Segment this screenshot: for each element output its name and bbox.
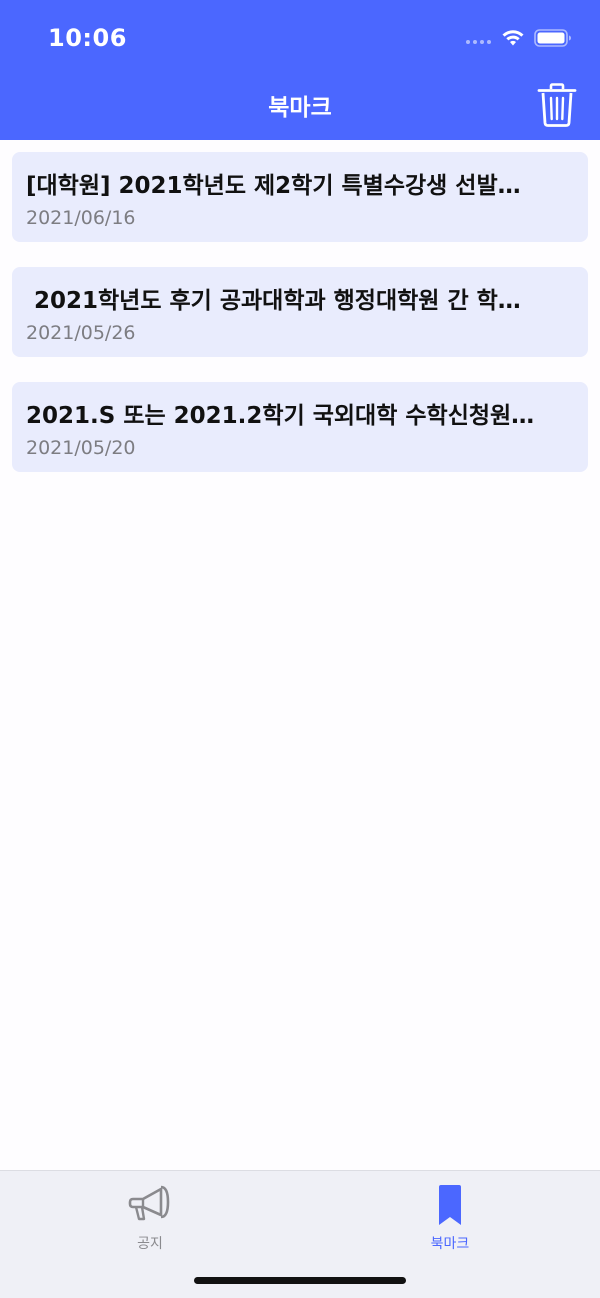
bookmark-date: 2021/05/26 (26, 322, 136, 344)
delete-all-button[interactable] (536, 82, 578, 128)
page-title: 북마크 (268, 95, 332, 121)
tab-notice[interactable]: 공지 (0, 1179, 300, 1259)
bookmark-icon (427, 1183, 473, 1227)
bookmark-item[interactable]: 2021.S 또는 2021.2학기 국외대학 수학신청원… 2021/05/2… (12, 382, 588, 472)
bookmark-list: [대학원] 2021학년도 제2학기 특별수강생 선발… 2021/06/16 … (12, 152, 588, 497)
bookmark-date: 2021/05/20 (26, 437, 136, 459)
bookmark-item[interactable]: 2021학년도 후기 공과대학과 행정대학원 간 학… 2021/05/26 (12, 267, 588, 357)
status-bar: 10:06 (0, 0, 600, 76)
tab-label: 북마크 (430, 1236, 470, 1252)
app-header: 10:06 북마크 (0, 0, 600, 140)
megaphone-icon (127, 1183, 173, 1227)
tab-label: 공지 (137, 1236, 163, 1252)
bookmark-date: 2021/06/16 (26, 207, 136, 229)
wifi-icon (500, 26, 526, 48)
cellular-signal-icon (466, 40, 492, 46)
bookmarks-screen: 10:06 북마크 [대학원] 2021학년도 제2학기 특별수강생 선발… 2… (0, 0, 600, 1298)
bookmark-item[interactable]: [대학원] 2021학년도 제2학기 특별수강생 선발… 2021/06/16 (12, 152, 588, 242)
trash-icon (537, 83, 577, 127)
home-indicator[interactable] (194, 1277, 406, 1284)
bookmark-title: 2021.S 또는 2021.2학기 국외대학 수학신청원… (26, 403, 535, 429)
status-time: 10:06 (48, 24, 127, 52)
battery-icon (534, 29, 572, 47)
bookmark-title: [대학원] 2021학년도 제2학기 특별수강생 선발… (26, 173, 521, 199)
tab-bar: 공지 북마크 (0, 1170, 600, 1298)
bookmark-title: 2021학년도 후기 공과대학과 행정대학원 간 학… (26, 288, 521, 314)
tab-bookmark[interactable]: 북마크 (300, 1179, 600, 1259)
